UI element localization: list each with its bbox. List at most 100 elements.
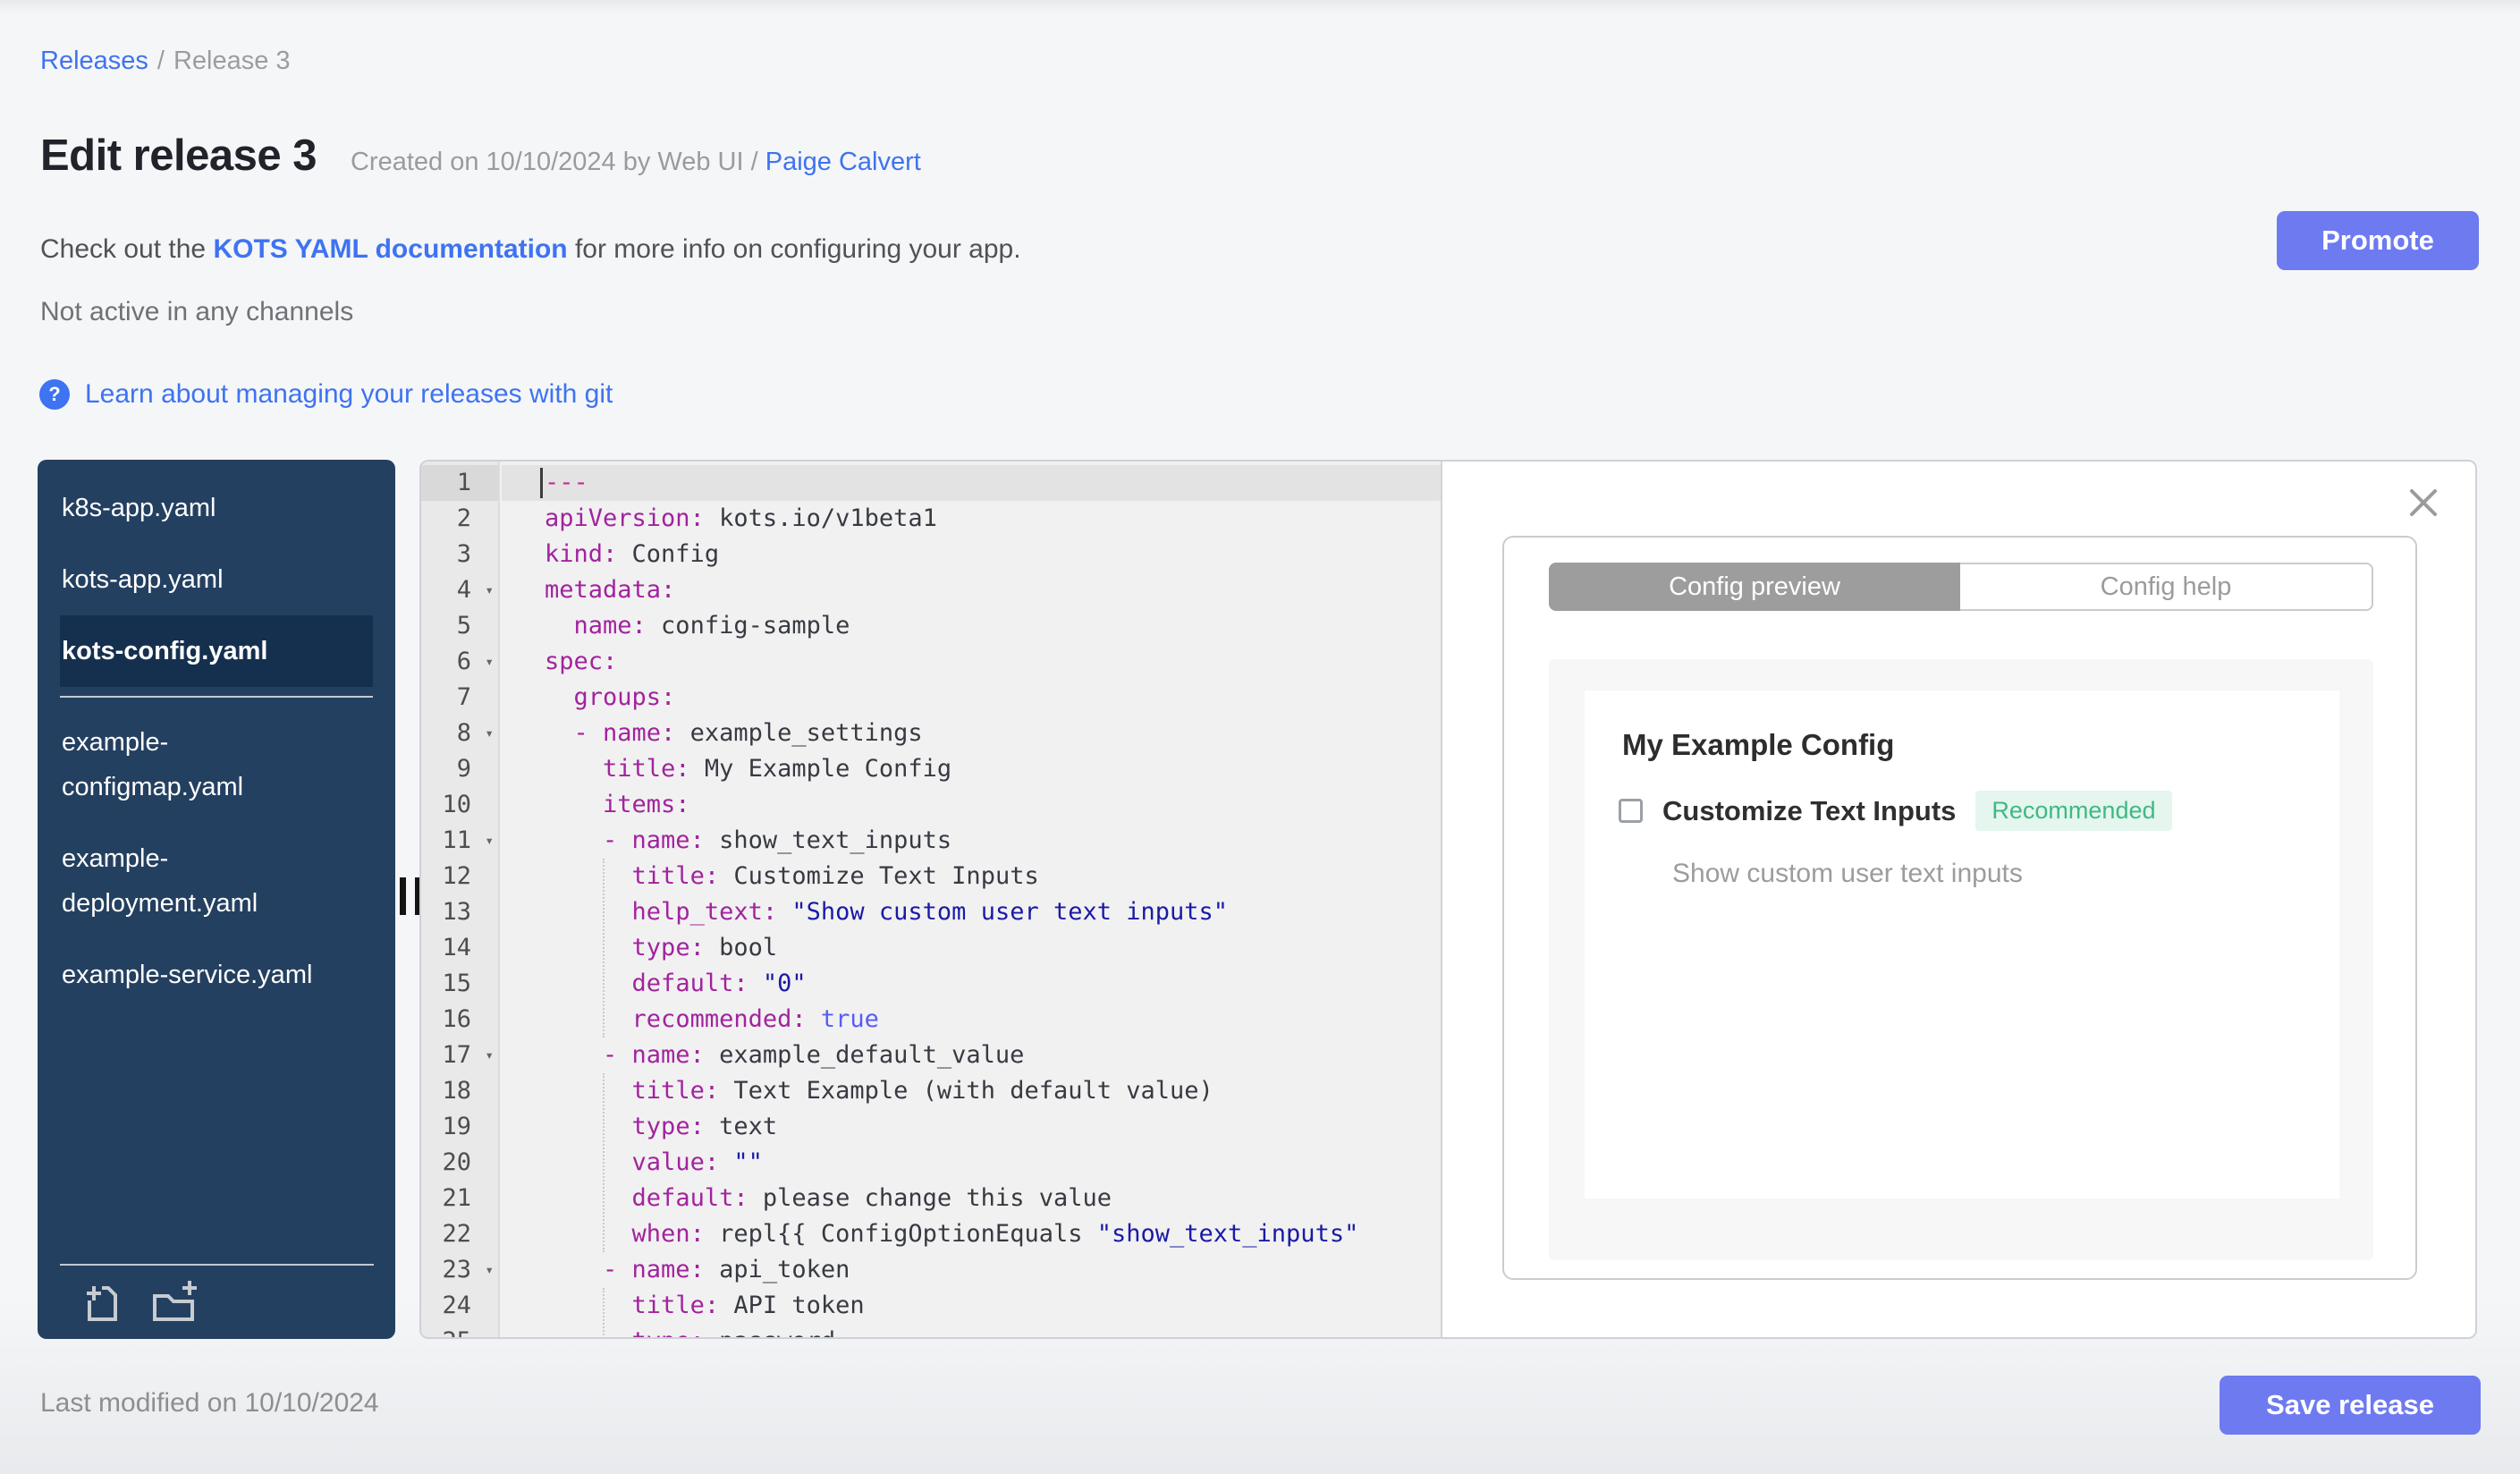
tab-config-help[interactable]: Config help bbox=[1960, 563, 2373, 611]
fold-arrow-icon[interactable]: ▾ bbox=[485, 572, 494, 608]
yaml-editor[interactable]: 1 2 3 4 ▾ 5 6 ▾ 7 8 ▾ 9 10 11 ▾ 12 13 14 15 16 17 ▾ 18 19 20 21 22… bbox=[421, 462, 1442, 1337]
gutter-line-20: 20 bbox=[421, 1145, 498, 1181]
sidebar-item-example-deployment.yaml[interactable]: example-deployment.yaml bbox=[60, 823, 373, 939]
gutter-line-5: 5 bbox=[421, 608, 498, 644]
code-line-11[interactable]: - name: show_text_inputs bbox=[502, 823, 1441, 859]
sidebar-item-example-configmap.yaml[interactable]: example-configmap.yaml bbox=[60, 707, 373, 823]
gutter-line-10: 10 bbox=[421, 787, 498, 823]
sidebar-item-kots-app.yaml[interactable]: kots-app.yaml bbox=[60, 544, 373, 615]
tab-config-preview[interactable]: Config preview bbox=[1549, 563, 1960, 611]
code-line-17[interactable]: - name: example_default_value bbox=[502, 1038, 1441, 1073]
code-line-8[interactable]: - name: example_settings bbox=[502, 716, 1441, 751]
line-number: 2 bbox=[456, 504, 471, 532]
docs-line: Check out the KOTS YAML documentation fo… bbox=[40, 234, 1021, 265]
line-number: 3 bbox=[456, 540, 471, 568]
code-line-18[interactable]: title: Text Example (with default value) bbox=[502, 1073, 1441, 1109]
code-line-14[interactable]: type: bool bbox=[502, 930, 1441, 966]
code-line-19[interactable]: type: text bbox=[502, 1109, 1441, 1145]
code-line-13[interactable]: help_text: "Show custom user text inputs… bbox=[502, 894, 1441, 930]
save-release-button[interactable]: Save release bbox=[2220, 1376, 2481, 1435]
file-name-text: kots-config.yaml bbox=[62, 637, 268, 665]
code-token: - name: bbox=[545, 1041, 705, 1069]
gutter-line-8: 8 ▾ bbox=[421, 716, 498, 751]
code-line-7[interactable]: groups: bbox=[502, 680, 1441, 716]
editor-code-area[interactable]: --- apiVersion: kots.io/v1beta1 kind: Conf… bbox=[502, 462, 1441, 1337]
breadcrumb: Releases / Release 3 bbox=[40, 47, 291, 76]
new-folder-icon[interactable] bbox=[146, 1280, 201, 1325]
fold-arrow-icon[interactable]: ▾ bbox=[485, 716, 494, 751]
line-number: 24 bbox=[442, 1292, 471, 1319]
sidebar-item-example-service.yaml[interactable]: example-service.yaml bbox=[60, 939, 373, 1011]
code-line-2[interactable]: apiVersion: kots.io/v1beta1 bbox=[502, 501, 1441, 537]
kots-yaml-docs-link[interactable]: KOTS YAML documentation bbox=[213, 234, 567, 264]
code-token: when: bbox=[631, 1220, 705, 1248]
fold-arrow-icon[interactable]: ▾ bbox=[485, 823, 494, 859]
fold-arrow-icon[interactable]: ▾ bbox=[485, 1038, 494, 1073]
line-number: 10 bbox=[442, 791, 471, 818]
line-number: 21 bbox=[442, 1184, 471, 1212]
config-preview-card: Config preview Config help My Example Co… bbox=[1502, 536, 2417, 1280]
code-line-6[interactable]: spec: bbox=[502, 644, 1441, 680]
code-line-4[interactable]: metadata: bbox=[502, 572, 1441, 608]
code-token: "show_text_inputs" bbox=[1096, 1220, 1359, 1248]
breadcrumb-separator: / bbox=[156, 47, 165, 75]
code-line-5[interactable]: name: config-sample bbox=[502, 608, 1441, 644]
author-link[interactable]: Paige Calvert bbox=[765, 148, 921, 176]
sidebar-item-k8s-app.yaml[interactable]: k8s-app.yaml bbox=[60, 472, 373, 544]
code-line-9[interactable]: title: My Example Config bbox=[502, 751, 1441, 787]
code-line-1[interactable]: --- bbox=[502, 465, 1441, 501]
text-cursor bbox=[540, 468, 543, 498]
sidebar-footer bbox=[60, 1264, 374, 1339]
file-name-text: example- bbox=[62, 844, 169, 873]
code-line-15[interactable]: default: "0" bbox=[502, 966, 1441, 1002]
code-token: groups: bbox=[573, 683, 676, 711]
sidebar-item-kots-config.yaml[interactable]: kots-config.yaml bbox=[60, 615, 373, 687]
code-line-21[interactable]: default: please change this value bbox=[502, 1181, 1441, 1216]
code-token: Customize Text Inputs bbox=[719, 862, 1039, 890]
code-line-10[interactable]: items: bbox=[502, 787, 1441, 823]
fold-arrow-icon[interactable]: ▾ bbox=[485, 1252, 494, 1288]
title-row: Edit release 3 Created on 10/10/2024 by … bbox=[40, 131, 921, 181]
line-number: 5 bbox=[456, 612, 471, 640]
preview-tabbar: Config preview Config help bbox=[1549, 563, 2373, 611]
code-line-25[interactable]: type: password bbox=[502, 1324, 1441, 1337]
promote-button[interactable]: Promote bbox=[2277, 211, 2479, 270]
code-line-20[interactable]: value: "" bbox=[502, 1145, 1441, 1181]
code-token: please change this value bbox=[748, 1184, 1112, 1212]
code-token: name: bbox=[573, 612, 647, 640]
line-number: 7 bbox=[456, 683, 471, 711]
config-item-help-text: Show custom user text inputs bbox=[1672, 859, 2023, 888]
line-number: 19 bbox=[442, 1113, 471, 1140]
code-line-23[interactable]: - name: api_token bbox=[502, 1252, 1441, 1288]
file-name-text: deployment.yaml bbox=[62, 889, 258, 918]
code-token: "0" bbox=[762, 970, 807, 997]
code-line-16[interactable]: recommended: true bbox=[502, 1002, 1441, 1038]
code-token: default: bbox=[631, 1184, 748, 1212]
close-icon[interactable] bbox=[2407, 487, 2440, 519]
code-line-24[interactable]: title: API token bbox=[502, 1288, 1441, 1324]
new-file-icon[interactable] bbox=[78, 1280, 123, 1325]
recommended-badge: Recommended bbox=[1975, 791, 2172, 831]
code-token: My Example Config bbox=[689, 755, 952, 783]
breadcrumb-releases-link[interactable]: Releases bbox=[40, 47, 148, 75]
line-number: 15 bbox=[442, 970, 471, 997]
sidebar-splitter-handle[interactable] bbox=[400, 877, 406, 915]
customize-text-inputs-checkbox[interactable] bbox=[1619, 799, 1643, 823]
code-line-22[interactable]: when: repl{{ ConfigOptionEquals "show_te… bbox=[502, 1216, 1441, 1252]
fold-arrow-icon[interactable]: ▾ bbox=[485, 644, 494, 680]
line-number: 6 bbox=[456, 648, 471, 675]
line-number: 1 bbox=[456, 469, 471, 496]
file-name-text: k8s-app.yaml bbox=[62, 494, 216, 522]
code-line-3[interactable]: kind: Config bbox=[502, 537, 1441, 572]
line-number: 4 bbox=[456, 576, 471, 604]
code-token: type: bbox=[631, 1113, 705, 1140]
code-line-12[interactable]: title: Customize Text Inputs bbox=[502, 859, 1441, 894]
git-releases-link[interactable]: Learn about managing your releases with … bbox=[85, 379, 613, 410]
